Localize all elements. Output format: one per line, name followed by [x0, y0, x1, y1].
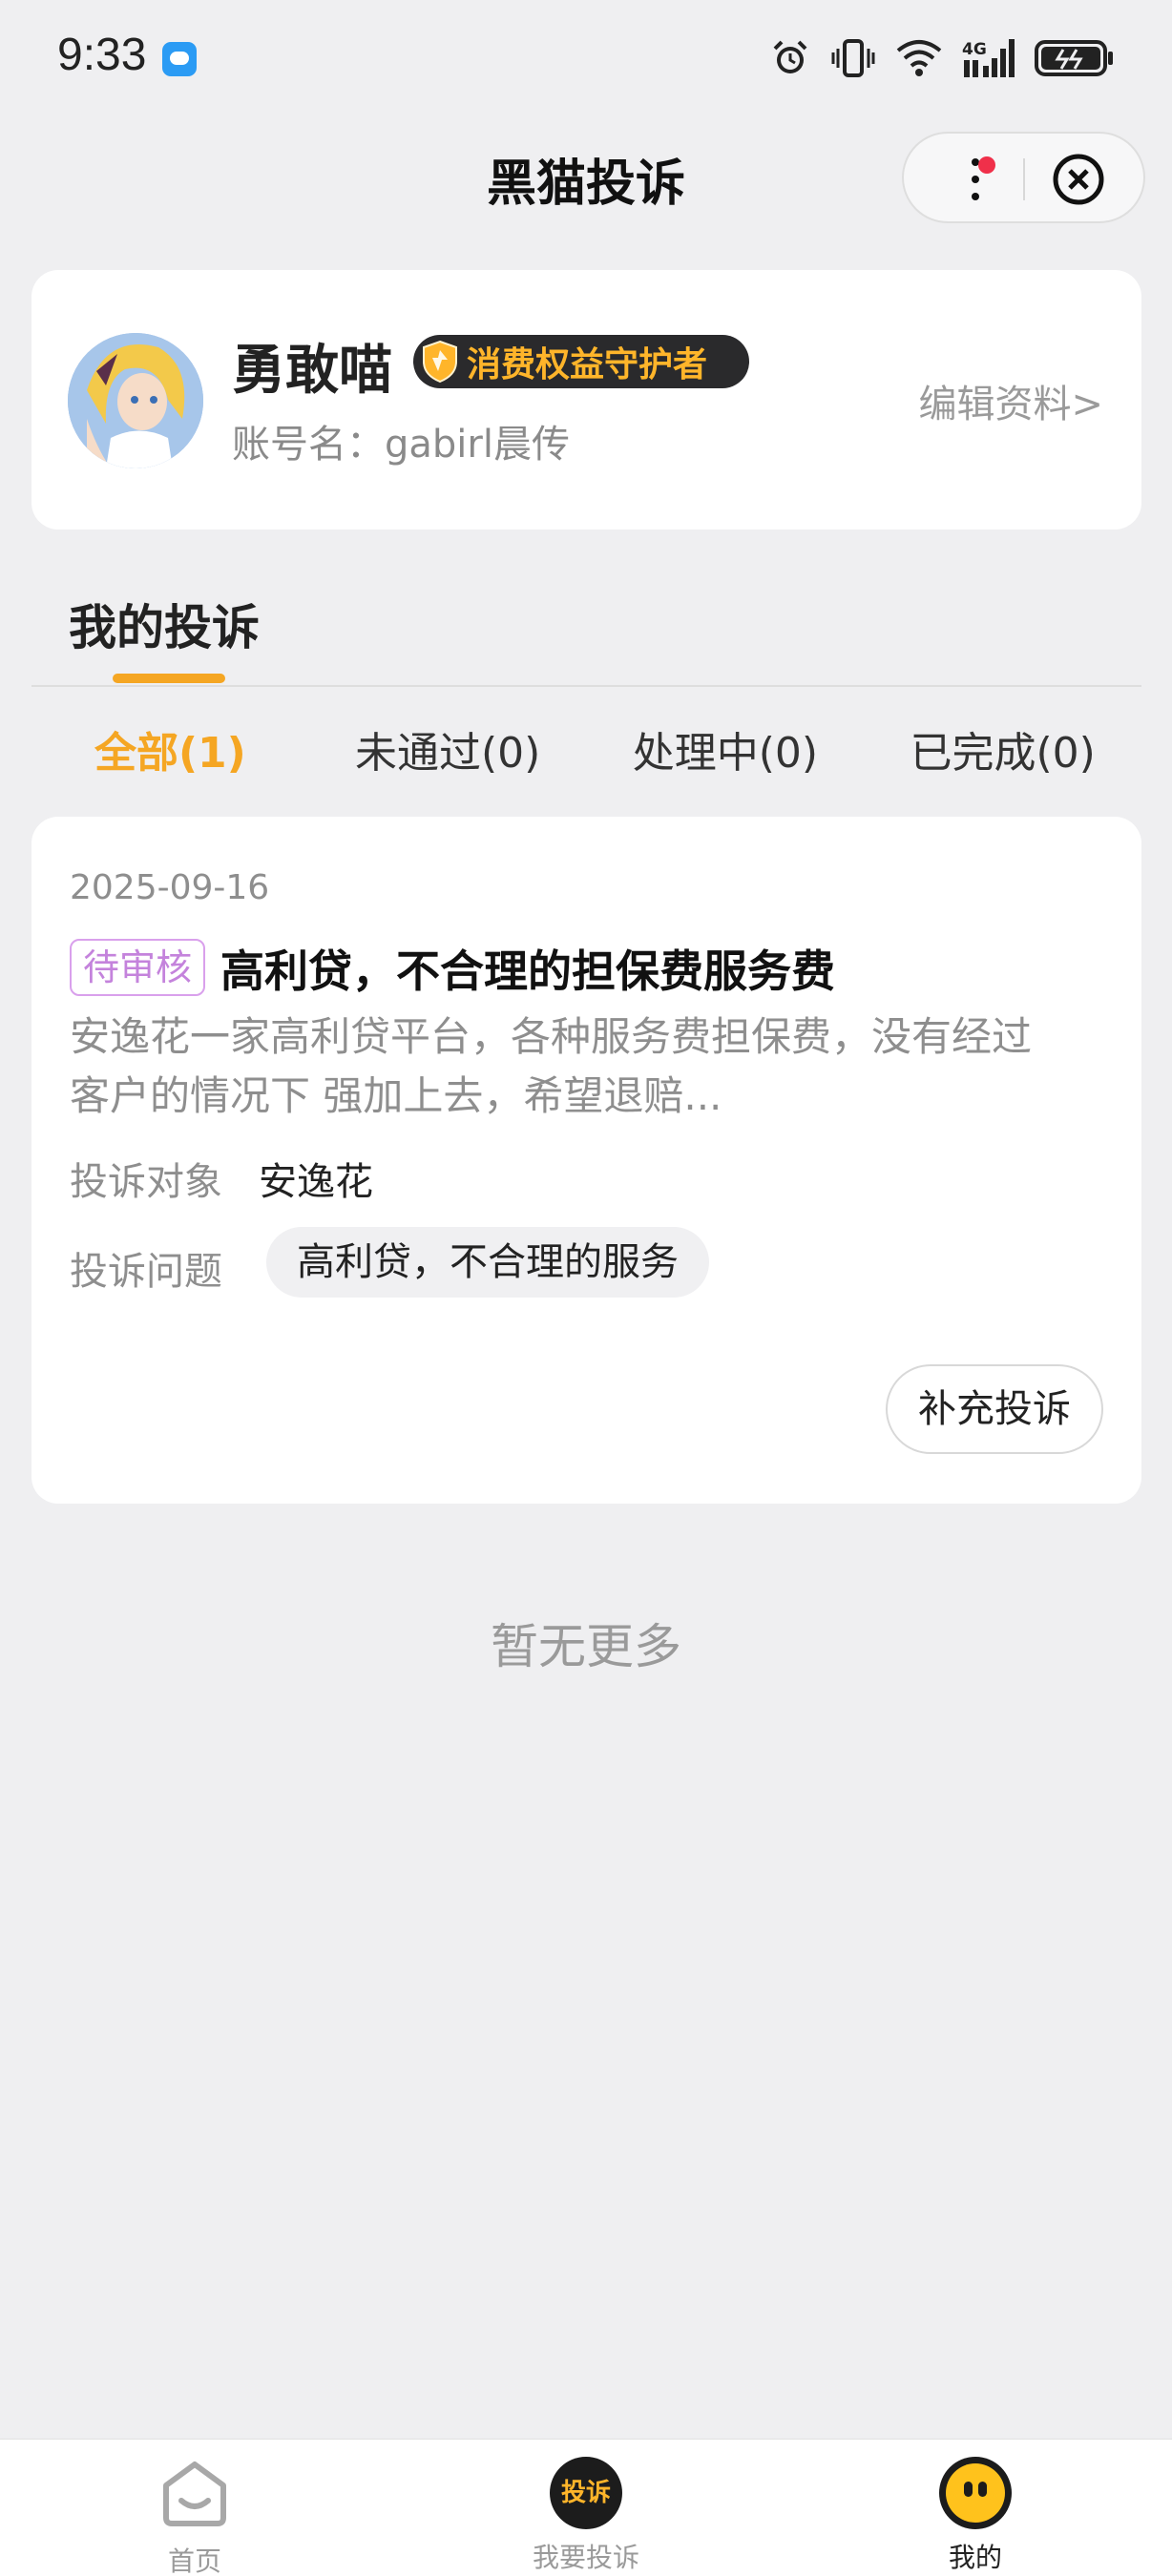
section-divider [31, 685, 1141, 687]
tab-rejected[interactable]: 未通过(0) [309, 716, 587, 792]
vibrate-icon [831, 39, 875, 77]
profile-card: 勇敢喵 消费权益守护者 账号名：gabirl晨传 编辑资料> [31, 270, 1141, 530]
account-row: 账号名：gabirl晨传 [232, 413, 570, 468]
section-underline [113, 674, 225, 683]
status-badge: 待审核 [70, 939, 206, 996]
complaint-card[interactable]: 2025-09-16 待审核 高利贷，不合理的担保费服务费 安逸花一家高利贷平台… [31, 817, 1141, 1504]
nav-complain[interactable]: 投诉 我要投诉 [471, 2457, 701, 2575]
tab-processing[interactable]: 处理中(0) [587, 716, 865, 792]
issue-label: 投诉问题 [70, 1250, 222, 1294]
list-end-text: 暂无更多 [491, 1619, 681, 1674]
account-value: gabirl晨传 [385, 423, 570, 467]
edit-profile-link[interactable]: 编辑资料> [918, 373, 1103, 428]
nav-mine-label: 我的 [948, 2542, 1002, 2573]
target-value: 安逸花 [259, 1160, 373, 1204]
wifi-icon [896, 40, 942, 76]
account-label: 账号名： [232, 423, 385, 467]
mine-icon [939, 2457, 1012, 2529]
section-title: 我的投诉 [69, 600, 260, 655]
complain-icon: 投诉 [550, 2457, 622, 2529]
bottom-nav: 首页 投诉 我要投诉 我的 [0, 2439, 1172, 2576]
tab-all[interactable]: 全部(1) [31, 716, 309, 792]
mini-program-capsule [902, 132, 1145, 223]
complaint-description: 安逸花一家高利贷平台，各种服务费担保费，没有经过客户的情况下 强加上去，希望退赔… [70, 1013, 1033, 1119]
nav-home-label: 首页 [167, 2545, 221, 2576]
rights-badge: 消费权益守护者 [413, 335, 749, 388]
home-icon [163, 2462, 226, 2526]
complaint-date: 2025-09-16 [70, 868, 270, 907]
capsule-divider [1023, 158, 1025, 200]
avatar[interactable] [68, 333, 203, 468]
status-tabs: 全部(1) 未通过(0) 处理中(0) 已完成(0) [31, 716, 1141, 792]
nickname: 勇敢喵 [232, 340, 392, 402]
message-app-icon [162, 42, 197, 76]
complaint-title[interactable]: 高利贷，不合理的担保费服务费 [220, 937, 835, 1000]
battery-icon [1035, 40, 1113, 76]
page-header: 黑猫投诉 [0, 124, 1172, 229]
tab-completed[interactable]: 已完成(0) [864, 716, 1141, 792]
4g-signal-icon: 4G [962, 39, 1015, 77]
status-bar: 9:33 4G [0, 0, 1172, 114]
notification-dot [978, 156, 995, 174]
alarm-icon [773, 40, 807, 73]
nav-mine[interactable]: 我的 [861, 2457, 1090, 2575]
supplement-complaint-button[interactable]: 补充投诉 [886, 1364, 1103, 1454]
badge-label: 消费权益守护者 [467, 345, 708, 384]
close-circle-icon[interactable] [1052, 153, 1105, 206]
nav-complain-label: 我要投诉 [532, 2542, 639, 2573]
status-time: 9:33 [57, 30, 147, 80]
nav-home[interactable]: 首页 [80, 2457, 309, 2576]
complaint-target-row: 投诉对象 安逸花 [70, 1151, 373, 1206]
shield-icon [423, 340, 457, 384]
network-label: 4G [962, 40, 987, 59]
target-label: 投诉对象 [70, 1160, 222, 1204]
status-icons: 4G [769, 34, 1115, 82]
issue-tag: 高利贷，不合理的服务 [266, 1227, 709, 1298]
